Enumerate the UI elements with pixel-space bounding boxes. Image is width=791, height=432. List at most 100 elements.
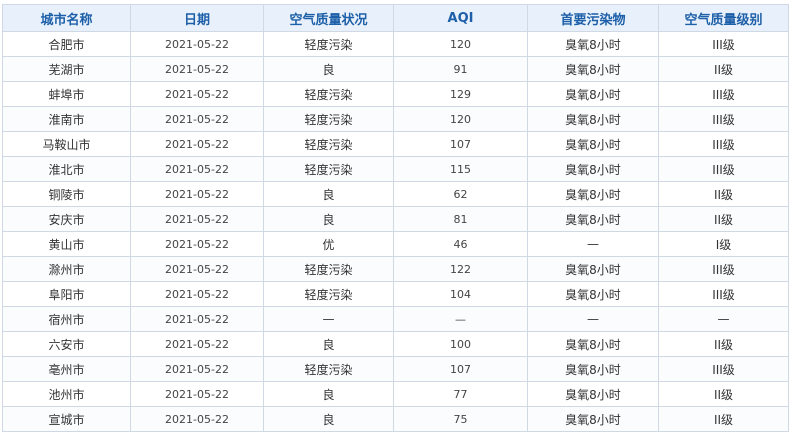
city-cell: 滁州市 <box>2 256 131 282</box>
table-row: 铜陵市 2021-05-22 良 62 臭氧8小时 II级 <box>2 181 789 207</box>
status-cell: 轻度污染 <box>263 31 394 57</box>
level-cell: III级 <box>658 131 789 157</box>
aqi-cell: 77 <box>393 381 528 407</box>
aqi-cell: 129 <box>393 81 528 107</box>
table-row: 安庆市 2021-05-22 良 81 臭氧8小时 II级 <box>2 206 789 232</box>
header-primary-pollutant: 首要污染物 <box>527 4 659 32</box>
date-cell: 2021-05-22 <box>130 56 264 82</box>
aqi-cell: 107 <box>393 131 528 157</box>
table-row: 宿州市 2021-05-22— — — — <box>2 306 789 332</box>
header-row: 城市名称 日期 空气质量状况 AQI 首要污染物 空气质量级别 <box>2 4 789 32</box>
date-cell: 2021-05-22 <box>130 81 264 107</box>
pollutant-cell: 臭氧8小时 <box>527 256 659 282</box>
level-cell: — <box>658 306 789 332</box>
city-cell: 蚌埠市 <box>2 81 131 107</box>
header-air-quality-level: 空气质量级别 <box>658 4 789 32</box>
level-cell: II级 <box>658 381 789 407</box>
table-row: 黄山市 2021-05-22 优 46— I级 <box>2 231 789 257</box>
aqi-cell: 62 <box>393 181 528 207</box>
level-cell: II级 <box>658 406 789 432</box>
date-cell: 2021-05-22 <box>130 231 264 257</box>
date-cell: 2021-05-22 <box>130 331 264 357</box>
header-date: 日期 <box>130 4 264 32</box>
level-cell: II级 <box>658 206 789 232</box>
status-cell: 轻度污染 <box>263 131 394 157</box>
date-cell: 2021-05-22 <box>130 206 264 232</box>
city-cell: 铜陵市 <box>2 181 131 207</box>
date-cell: 2021-05-22 <box>130 181 264 207</box>
pollutant-cell: 臭氧8小时 <box>527 406 659 432</box>
city-cell: 安庆市 <box>2 206 131 232</box>
date-cell: 2021-05-22 <box>130 281 264 307</box>
date-cell: 2021-05-22 <box>130 356 264 382</box>
status-cell: 轻度污染 <box>263 81 394 107</box>
table-row: 滁州市 2021-05-22 轻度污染 122 臭氧8小时 III级 <box>2 256 789 282</box>
pollutant-cell: 臭氧8小时 <box>527 31 659 57</box>
level-cell: I级 <box>658 231 789 257</box>
level-cell: III级 <box>658 106 789 132</box>
aqi-cell: 115 <box>393 156 528 182</box>
pollutant-cell: 臭氧8小时 <box>527 356 659 382</box>
level-cell: II级 <box>658 181 789 207</box>
city-cell: 芜湖市 <box>2 56 131 82</box>
status-cell: — <box>263 306 394 332</box>
city-cell: 马鞍山市 <box>2 131 131 157</box>
date-cell: 2021-05-22 <box>130 156 264 182</box>
pollutant-cell: 臭氧8小时 <box>527 206 659 232</box>
city-cell: 亳州市 <box>2 356 131 382</box>
pollutant-cell: 臭氧8小时 <box>527 381 659 407</box>
level-cell: III级 <box>658 281 789 307</box>
aqi-cell: 91 <box>393 56 528 82</box>
status-cell: 轻度污染 <box>263 256 394 282</box>
aqi-cell: 104 <box>393 281 528 307</box>
pollutant-cell: 臭氧8小时 <box>527 281 659 307</box>
level-cell: III级 <box>658 256 789 282</box>
table-row: 蚌埠市 2021-05-22 轻度污染 129 臭氧8小时 III级 <box>2 81 789 107</box>
level-cell: II级 <box>658 331 789 357</box>
city-cell: 宣城市 <box>2 406 131 432</box>
city-cell: 合肥市 <box>2 31 131 57</box>
status-cell: 轻度污染 <box>263 156 394 182</box>
aqi-cell: 120 <box>393 31 528 57</box>
table-header: 城市名称 日期 空气质量状况 AQI 首要污染物 空气质量级别 <box>2 4 789 32</box>
date-cell: 2021-05-22 <box>130 381 264 407</box>
table-row: 亳州市 2021-05-22 轻度污染 107 臭氧8小时 III级 <box>2 356 789 382</box>
status-cell: 良 <box>263 56 394 82</box>
pollutant-cell: 臭氧8小时 <box>527 106 659 132</box>
city-cell: 黄山市 <box>2 231 131 257</box>
status-cell: 优 <box>263 231 394 257</box>
date-cell: 2021-05-22 <box>130 106 264 132</box>
air-quality-table: 城市名称 日期 空气质量状况 AQI 首要污染物 空气质量级别 合肥市 2021-… <box>2 4 789 432</box>
header-city: 城市名称 <box>2 4 131 32</box>
level-cell: III级 <box>658 156 789 182</box>
table-row: 六安市 2021-05-22 良 100 臭氧8小时 II级 <box>2 331 789 357</box>
table-row: 阜阳市 2021-05-22 轻度污染 104 臭氧8小时 III级 <box>2 281 789 307</box>
date-cell: 2021-05-22 <box>130 131 264 157</box>
table-row: 芜湖市 2021-05-22 良 91 臭氧8小时 II级 <box>2 56 789 82</box>
pollutant-cell: 臭氧8小时 <box>527 56 659 82</box>
city-cell: 淮南市 <box>2 106 131 132</box>
city-cell: 宿州市 <box>2 306 131 332</box>
aqi-cell: 81 <box>393 206 528 232</box>
city-cell: 阜阳市 <box>2 281 131 307</box>
aqi-cell: 122 <box>393 256 528 282</box>
status-cell: 轻度污染 <box>263 281 394 307</box>
table-row: 淮南市 2021-05-22 轻度污染 120 臭氧8小时 III级 <box>2 106 789 132</box>
city-cell: 淮北市 <box>2 156 131 182</box>
level-cell: III级 <box>658 81 789 107</box>
status-cell: 良 <box>263 331 394 357</box>
level-cell: III级 <box>658 31 789 57</box>
pollutant-cell: 臭氧8小时 <box>527 131 659 157</box>
aqi-cell: 100 <box>393 331 528 357</box>
city-cell: 池州市 <box>2 381 131 407</box>
header-air-quality-status: 空气质量状况 <box>263 4 394 32</box>
status-cell: 轻度污染 <box>263 106 394 132</box>
aqi-cell: 46 <box>393 231 528 257</box>
table-row: 池州市 2021-05-22 良 77 臭氧8小时 II级 <box>2 381 789 407</box>
aqi-cell: 75 <box>393 406 528 432</box>
pollutant-cell: 臭氧8小时 <box>527 81 659 107</box>
pollutant-cell: — <box>527 306 659 332</box>
table-body: 合肥市 2021-05-22 轻度污染 120 臭氧8小时 III级 芜湖市 2021-05-… <box>2 31 789 432</box>
status-cell: 良 <box>263 181 394 207</box>
pollutant-cell: 臭氧8小时 <box>527 331 659 357</box>
